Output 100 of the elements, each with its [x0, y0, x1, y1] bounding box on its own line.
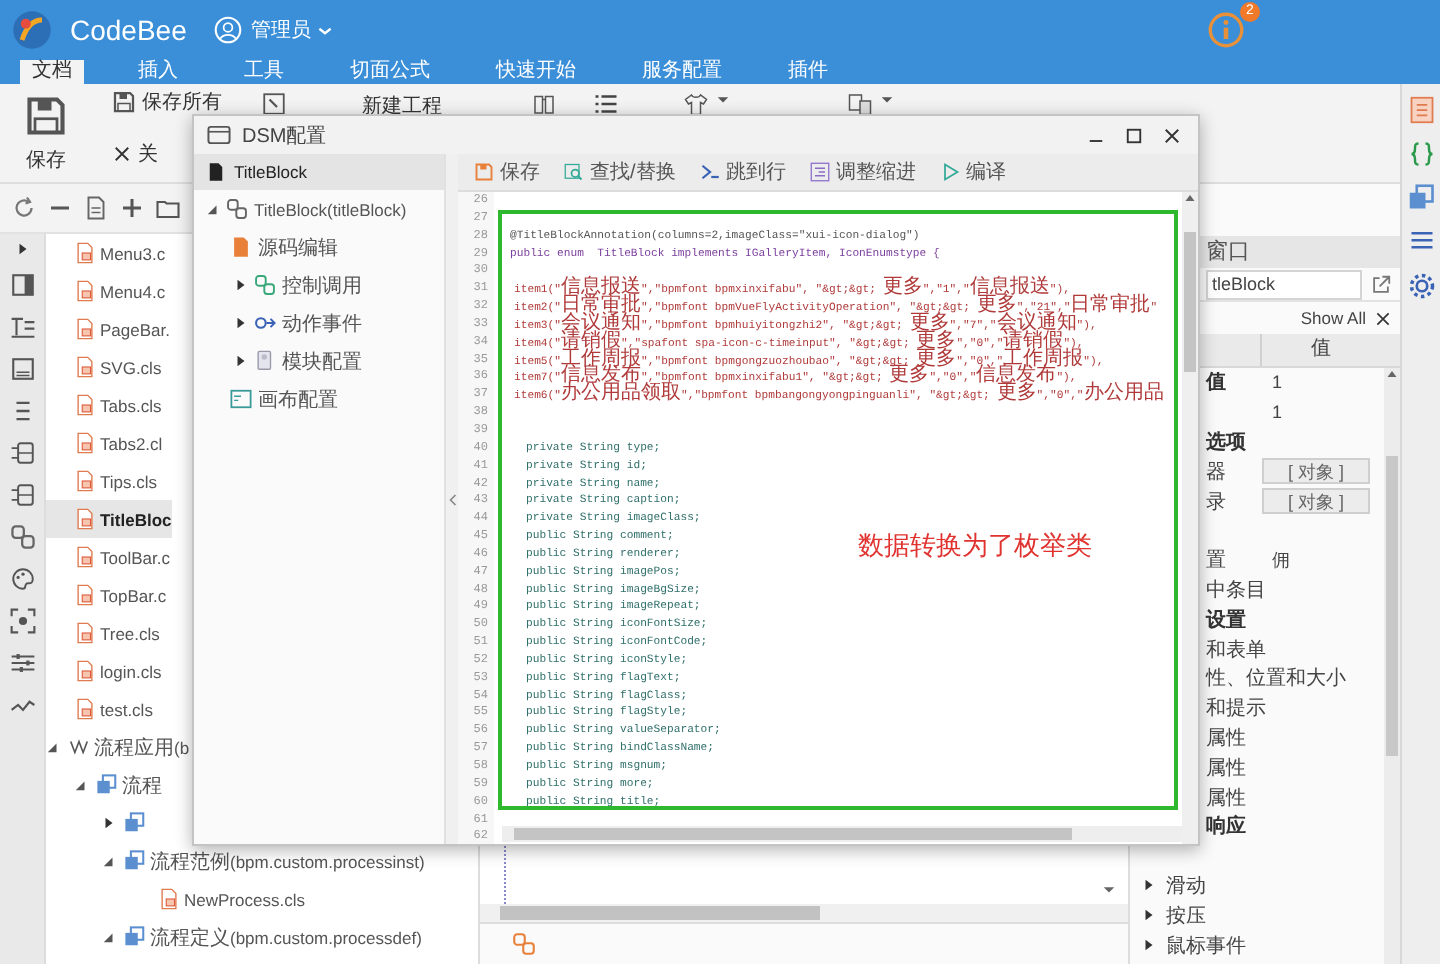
tree-item[interactable]: 控制调用: [194, 266, 444, 304]
close-icon[interactable]: [1162, 125, 1182, 145]
close-button[interactable]: 关: [112, 140, 158, 168]
property-label: 属性: [1206, 725, 1246, 752]
card-icon[interactable]: [9, 356, 35, 382]
object-field[interactable]: tleBlock: [1206, 269, 1362, 299]
braces-icon[interactable]: [1407, 140, 1435, 168]
tree-item[interactable]: 流程: [46, 766, 162, 804]
event-label: 按压: [1166, 903, 1206, 930]
indent-button[interactable]: 调整缩进: [809, 158, 916, 186]
layers-icon[interactable]: [1407, 184, 1435, 212]
show-all-filter[interactable]: Show All: [1300, 308, 1366, 328]
tree-item[interactable]: 画布配置: [194, 380, 444, 418]
object-button[interactable]: [ 对象 ]: [1262, 458, 1370, 485]
caret-icon[interactable]: [880, 92, 894, 106]
compile-button[interactable]: 编译: [939, 158, 1006, 186]
tree-item[interactable]: 源码编辑: [194, 228, 444, 266]
arrow-icon: [254, 312, 276, 334]
file-icon: [74, 242, 96, 264]
vertical-scrollbar[interactable]: [1182, 192, 1198, 844]
file-icon: [74, 470, 96, 492]
scroll-down-icon[interactable]: [1102, 882, 1116, 896]
external-link-icon[interactable]: [1370, 273, 1392, 295]
tree-item[interactable]: 模块配置: [194, 342, 444, 380]
find-button[interactable]: 查找/替换: [564, 158, 676, 186]
expanded-arrow-icon[interactable]: [102, 854, 116, 868]
tree-item[interactable]: Tabs.cls: [46, 386, 162, 424]
expanded-arrow-icon[interactable]: [46, 740, 60, 754]
tree-item[interactable]: 动作事件: [194, 304, 444, 342]
scan-icon[interactable]: [9, 608, 35, 634]
collapsed-arrow-icon[interactable]: [1142, 908, 1156, 923]
close-icon[interactable]: [1374, 309, 1392, 327]
save-all-button[interactable]: 保存所有: [112, 88, 222, 116]
expanded-arrow-icon[interactable]: [205, 202, 219, 216]
sliders-icon[interactable]: [9, 650, 35, 676]
tree-item[interactable]: Menu3.c: [46, 234, 166, 272]
node-icon[interactable]: [9, 440, 35, 466]
tree-item[interactable]: Tips.cls: [46, 462, 157, 500]
list-icon[interactable]: [594, 92, 618, 116]
file-icon: [74, 584, 96, 606]
link-icon[interactable]: [512, 932, 536, 956]
tree-item[interactable]: SVG.cls: [46, 348, 162, 386]
save-button[interactable]: 保存: [12, 88, 80, 176]
category-label: 响应: [1206, 812, 1246, 841]
file-icon: [74, 698, 96, 720]
vertical-scrollbar[interactable]: [1384, 368, 1400, 964]
collapsed-arrow-icon[interactable]: [1142, 938, 1156, 953]
collapsed-arrow-icon[interactable]: [1142, 878, 1156, 893]
tree-item[interactable]: Tree.cls: [46, 614, 160, 652]
refresh-icon[interactable]: [12, 196, 36, 220]
collapsed-arrow-icon[interactable]: [102, 816, 116, 830]
new-file-icon[interactable]: [84, 196, 108, 220]
collapse-handle-icon[interactable]: [447, 489, 457, 509]
palette-icon[interactable]: [9, 566, 35, 592]
node-icon[interactable]: [9, 482, 35, 508]
horizontal-scrollbar[interactable]: [502, 826, 1182, 842]
tree-item[interactable]: Tabs2.cl: [46, 424, 163, 462]
collapsed-arrow-icon[interactable]: [233, 278, 247, 292]
expanded-arrow-icon[interactable]: [74, 778, 88, 792]
document-icon[interactable]: [1407, 96, 1435, 124]
tree-item[interactable]: 流程定义(bpm.custom.processdef): [46, 918, 422, 956]
expand-arrow-icon[interactable]: [15, 242, 29, 256]
panel-icon[interactable]: [9, 272, 35, 298]
category-label: 设置: [1206, 607, 1246, 634]
tree-item[interactable]: TopBar.c: [46, 576, 167, 614]
collapsed-arrow-icon[interactable]: [233, 354, 247, 368]
add-icon[interactable]: [120, 196, 144, 220]
horizontal-scrollbar[interactable]: [480, 904, 1128, 922]
object-button[interactable]: [ 对象 ]: [1262, 488, 1370, 515]
tree-item[interactable]: ToolBar.c: [46, 538, 170, 576]
property-label: 属性: [1206, 755, 1246, 782]
file-icon: [158, 888, 180, 910]
maximize-icon[interactable]: [1124, 125, 1144, 145]
tree-item[interactable]: login.cls: [46, 652, 162, 690]
menu-tab[interactable]: 文档: [20, 60, 84, 84]
new-project-button[interactable]: 新建工程: [362, 92, 442, 120]
tree-item[interactable]: 流程范例(bpm.custom.processinst): [46, 842, 425, 880]
tree-item[interactable]: PageBar.: [46, 310, 170, 348]
window-icon[interactable]: [262, 92, 286, 116]
building-icon[interactable]: [530, 92, 558, 116]
tree-item[interactable]: test.cls: [46, 690, 153, 728]
tree-item[interactable]: TitleBloc: [46, 500, 172, 538]
tree-item[interactable]: NewProcess.cls: [46, 880, 305, 918]
close-icon: [112, 144, 132, 164]
gear-icon[interactable]: [1407, 272, 1435, 300]
translate-icon[interactable]: [846, 92, 874, 116]
event-label: 鼠标事件: [1166, 933, 1246, 960]
tree-item[interactable]: Menu4.c: [46, 272, 166, 310]
caret-icon[interactable]: [716, 92, 730, 106]
file-icon: [74, 356, 96, 378]
tree-item[interactable]: 流程应用(b: [46, 728, 190, 766]
goto-button[interactable]: 跳到行: [699, 158, 786, 186]
expanded-arrow-icon[interactable]: [102, 930, 116, 944]
shirt-icon[interactable]: [682, 92, 710, 116]
link-icon[interactable]: [9, 524, 35, 550]
save-button[interactable]: 保存: [474, 158, 540, 186]
module-icon: [254, 350, 276, 372]
text-icon[interactable]: [9, 314, 35, 340]
save-icon: [474, 162, 494, 182]
collapsed-arrow-icon[interactable]: [233, 316, 247, 330]
